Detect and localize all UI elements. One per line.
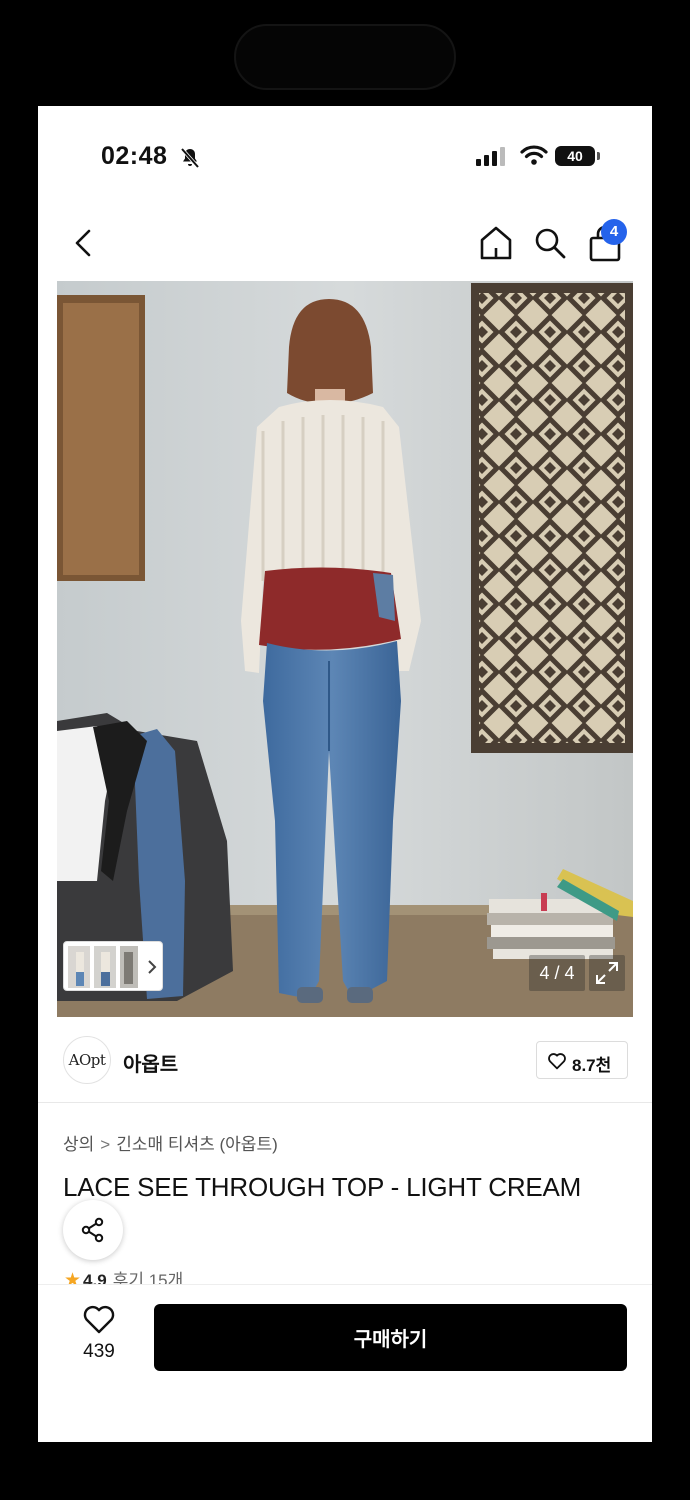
breadcrumb-category[interactable]: 상의 bbox=[63, 1135, 94, 1154]
dynamic-island bbox=[234, 24, 456, 90]
product-rating[interactable]: ★ 4.9 후기 15개 bbox=[64, 1266, 183, 1286]
wifi-icon bbox=[520, 145, 548, 165]
app-header bbox=[38, 214, 652, 274]
wishlist-count: 439 bbox=[83, 1341, 115, 1362]
wishlist-heart-icon[interactable] bbox=[82, 1305, 116, 1335]
cellular-signal-icon bbox=[476, 147, 505, 166]
expand-icon[interactable] bbox=[589, 955, 625, 991]
phone-screen: 02:48 40 4 4 / 4 AOpt 아옵트 8.7천 상의 > 긴소매 … bbox=[38, 106, 652, 1442]
back-icon[interactable] bbox=[68, 226, 98, 260]
bottom-action-bar: 439 구매하기 bbox=[38, 1284, 652, 1442]
share-button[interactable] bbox=[63, 1200, 123, 1260]
thumbnail-strip[interactable] bbox=[63, 941, 163, 991]
share-icon bbox=[81, 1217, 104, 1243]
product-photo-illustration bbox=[57, 281, 633, 1017]
brand-like-button[interactable]: 8.7천 bbox=[536, 1041, 628, 1079]
heart-icon bbox=[548, 1053, 566, 1070]
breadcrumb: 상의 > 긴소매 티셔츠 (아옵트) bbox=[63, 1130, 278, 1155]
image-counter: 4 / 4 bbox=[529, 955, 585, 991]
search-icon[interactable] bbox=[532, 224, 568, 262]
home-icon[interactable] bbox=[478, 224, 514, 262]
battery-indicator: 40 bbox=[555, 146, 600, 166]
product-image[interactable]: 4 / 4 bbox=[57, 281, 633, 1017]
brand-like-count: 8.7천 bbox=[572, 1056, 612, 1075]
status-time: 02:48 bbox=[101, 142, 168, 170]
brand-logo[interactable]: AOpt bbox=[63, 1036, 111, 1084]
product-title: LACE SEE THROUGH TOP - LIGHT CREAM bbox=[63, 1172, 582, 1202]
status-bar: 02:48 40 bbox=[38, 106, 652, 206]
brand-row[interactable]: AOpt 아옵트 8.7천 bbox=[38, 1018, 652, 1103]
breadcrumb-subcategory[interactable]: 긴소매 티셔츠 (아옵트) bbox=[116, 1135, 278, 1154]
brand-name[interactable]: 아옵트 bbox=[123, 1048, 178, 1077]
buy-button[interactable]: 구매하기 bbox=[154, 1304, 627, 1371]
breadcrumb-separator: > bbox=[100, 1135, 111, 1154]
chevron-right-icon[interactable] bbox=[146, 958, 158, 976]
cart-count-badge: 4 bbox=[601, 219, 627, 245]
bell-muted-icon bbox=[180, 147, 200, 169]
